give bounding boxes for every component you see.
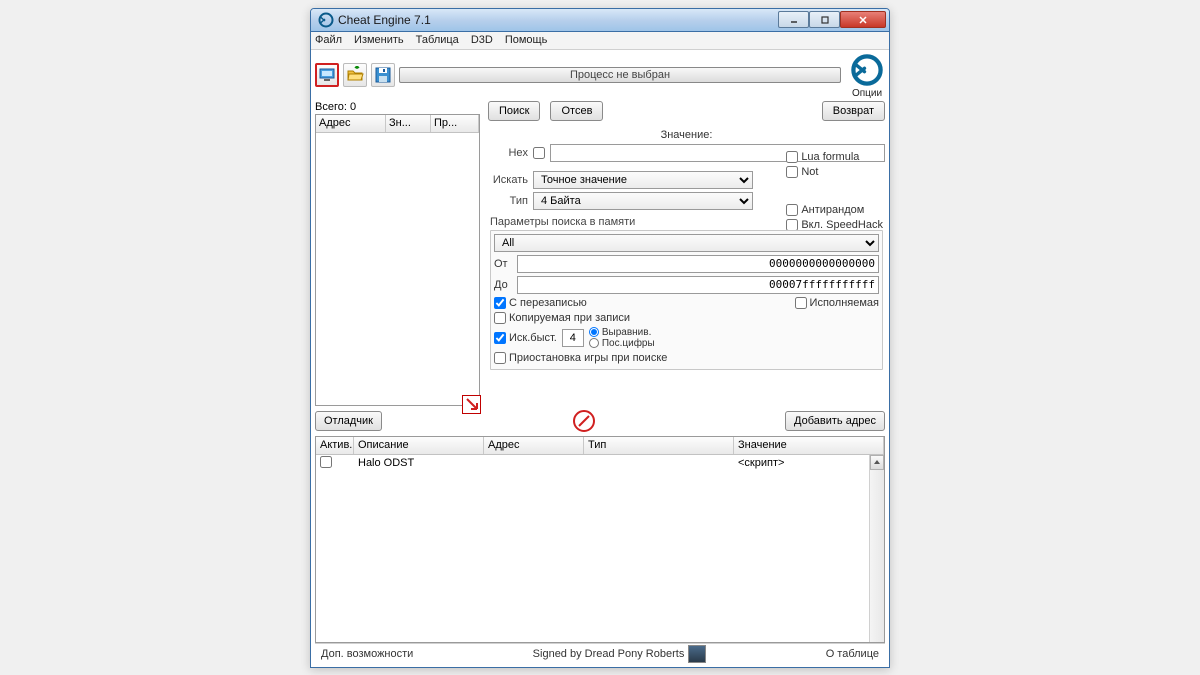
menu-edit[interactable]: Изменить <box>354 34 404 46</box>
ct-col-value[interactable]: Значение <box>734 437 884 454</box>
cheat-engine-logo-icon[interactable] <box>849 52 885 88</box>
no-entry-icon <box>573 410 595 432</box>
app-window: Cheat Engine 7.1 Файл Изменить Таблица D… <box>310 8 890 668</box>
debugger-button[interactable]: Отладчик <box>315 411 382 431</box>
author-avatar-icon <box>688 645 706 663</box>
results-col-value[interactable]: Зн... <box>386 115 431 132</box>
writable-checkbox[interactable]: С перезаписью <box>494 297 587 309</box>
first-scan-button[interactable]: Поиск <box>488 101 540 121</box>
scan-type-label: Искать <box>488 174 528 186</box>
speedhack-checkbox[interactable]: Вкл. SpeedHack <box>786 219 883 231</box>
ct-col-description[interactable]: Описание <box>354 437 484 454</box>
lastdigits-radio[interactable]: Пос.цифры <box>589 338 655 349</box>
window-title: Cheat Engine 7.1 <box>338 13 778 27</box>
menu-help[interactable]: Помощь <box>505 34 548 46</box>
fastscan-checkbox[interactable]: Иск.быст. <box>494 332 557 344</box>
open-file-button[interactable] <box>343 63 367 87</box>
menu-table[interactable]: Таблица <box>416 34 459 46</box>
cheat-table[interactable]: Актив. Описание Адрес Тип Значение Halo … <box>315 436 885 643</box>
mem-to-input[interactable] <box>517 276 879 294</box>
fastscan-value-input[interactable] <box>562 329 584 347</box>
extra-options-link[interactable]: Доп. возможности <box>321 648 413 660</box>
hex-checkbox[interactable] <box>533 147 545 159</box>
row-address <box>484 462 584 464</box>
copy-on-write-checkbox[interactable]: Копируемая при записи <box>494 312 630 324</box>
results-total: Всего: 0 <box>315 101 480 114</box>
scroll-up-icon <box>870 455 884 470</box>
row-type <box>584 462 734 464</box>
add-to-list-arrow-icon[interactable] <box>462 395 481 414</box>
table-scrollbar[interactable] <box>869 455 884 642</box>
executable-checkbox[interactable]: Исполняемая <box>795 297 879 309</box>
value-type-label: Тип <box>488 195 528 207</box>
filter-scan-button[interactable]: Отсев <box>550 101 603 121</box>
menu-d3d[interactable]: D3D <box>471 34 493 46</box>
undo-scan-button[interactable]: Возврат <box>822 101 885 121</box>
close-button[interactable] <box>840 11 886 28</box>
maximize-button[interactable] <box>809 11 840 28</box>
table-row[interactable]: Halo ODST <скрипт> <box>316 455 884 472</box>
search-pane: Поиск Отсев Возврат Значение: Hex Искать <box>484 101 885 406</box>
window-controls <box>778 11 886 28</box>
app-icon <box>318 12 334 28</box>
menubar: Файл Изменить Таблица D3D Помощь <box>311 32 889 50</box>
not-checkbox[interactable]: Not <box>786 166 883 178</box>
results-col-address[interactable]: Адрес <box>316 115 386 132</box>
value-type-select[interactable]: 4 Байта <box>533 192 753 210</box>
results-col-previous[interactable]: Пр... <box>431 115 479 132</box>
ct-col-address[interactable]: Адрес <box>484 437 584 454</box>
pause-game-checkbox[interactable]: Приостановка игры при поиске <box>494 352 667 364</box>
mem-to-label: До <box>494 279 512 291</box>
toolbar: Процесс не выбран Опции <box>311 50 889 101</box>
titlebar[interactable]: Cheat Engine 7.1 <box>311 9 889 32</box>
mem-from-input[interactable] <box>517 255 879 273</box>
aligned-radio[interactable]: Выравнив. <box>589 327 655 338</box>
row-description: Halo ODST <box>354 456 484 470</box>
lua-formula-checkbox[interactable]: Lua formula <box>786 151 883 163</box>
open-process-button[interactable] <box>315 63 339 87</box>
hex-label: Hex <box>488 147 528 159</box>
about-table-link[interactable]: О таблице <box>826 648 879 660</box>
save-button[interactable] <box>371 63 395 87</box>
row-active-checkbox[interactable] <box>320 456 332 468</box>
results-pane: Всего: 0 Адрес Зн... Пр... <box>315 101 480 406</box>
value-label: Значение: <box>661 129 713 141</box>
ct-col-type[interactable]: Тип <box>584 437 734 454</box>
signed-by-label: Signed by Dread Pony Roberts <box>533 648 685 660</box>
ct-col-active[interactable]: Актив. <box>316 437 354 454</box>
row-value: <скрипт> <box>734 456 884 470</box>
options-link[interactable]: Опции <box>852 88 882 99</box>
process-status[interactable]: Процесс не выбран <box>399 67 841 83</box>
minimize-button[interactable] <box>778 11 809 28</box>
mem-region-select[interactable]: All <box>494 234 879 252</box>
scan-type-select[interactable]: Точное значение <box>533 171 753 189</box>
add-address-button[interactable]: Добавить адрес <box>785 411 885 431</box>
results-table[interactable]: Адрес Зн... Пр... <box>315 114 480 406</box>
mem-from-label: От <box>494 258 512 270</box>
statusbar: Доп. возможности Signed by Dread Pony Ro… <box>315 643 885 665</box>
antirandom-checkbox[interactable]: Антирандом <box>786 204 883 216</box>
menu-file[interactable]: Файл <box>315 34 342 46</box>
